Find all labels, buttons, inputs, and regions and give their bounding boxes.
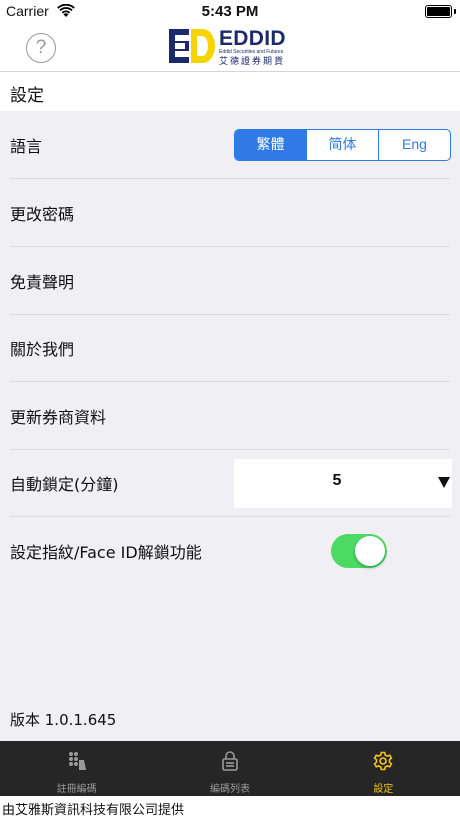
language-option-english[interactable]: Eng: [379, 130, 450, 160]
tab-bar: 註冊編碼 編碼列表 設定: [0, 741, 460, 796]
change-password-row[interactable]: 更改密碼: [0, 179, 460, 247]
tab-code-list-label: 編碼列表: [209, 784, 250, 795]
settings-list: 語言 繁體 简体 Eng 更改密碼 免責聲明 關於我們 更新券商資料 自動鎖定(…: [0, 111, 460, 741]
status-bar: Carrier 5:43 PM: [0, 0, 460, 22]
biometric-label: 設定指紋/Face ID解鎖功能: [10, 543, 202, 562]
language-row: 語言 繁體 简体 Eng: [0, 111, 460, 179]
disclaimer-label: 免責聲明: [10, 273, 75, 292]
battery-tip: [454, 9, 456, 14]
biometric-row: 設定指紋/Face ID解鎖功能: [0, 517, 460, 585]
auto-lock-row: 自動鎖定(分鐘) 5: [0, 449, 460, 517]
footer: 由艾雅斯資訊科技有限公司提供: [0, 796, 460, 818]
language-label: 語言: [10, 137, 43, 156]
provider-credit: 由艾雅斯資訊科技有限公司提供: [2, 803, 185, 818]
about-us-row[interactable]: 關於我們: [0, 314, 460, 382]
eddid-logo: EDDID Eddid Securities and Futures 艾德證券期…: [169, 27, 294, 67]
gear-icon: [373, 751, 393, 771]
update-broker-row[interactable]: 更新券商資料: [0, 382, 460, 450]
auto-lock-value: 5: [332, 472, 342, 489]
language-option-simplified[interactable]: 简体: [307, 130, 379, 160]
tab-settings-label: 設定: [373, 784, 394, 795]
tab-register-code-label: 註冊編碼: [56, 784, 97, 795]
auto-lock-label: 自動鎖定(分鐘): [10, 475, 119, 494]
change-password-label: 更改密碼: [10, 205, 75, 224]
version-label: 版本 1.0.1.645: [10, 711, 117, 729]
app-header: ? EDDID Eddid Securities and Futures 艾德證…: [0, 22, 460, 72]
biometric-toggle[interactable]: [331, 534, 387, 568]
logo-mark-icon: [169, 29, 215, 63]
update-broker-label: 更新券商資料: [10, 408, 107, 427]
lock-list-icon: [222, 751, 238, 771]
toggle-knob: [355, 536, 385, 566]
auto-lock-dropdown[interactable]: 5: [234, 459, 452, 508]
disclaimer-row[interactable]: 免責聲明: [0, 247, 460, 315]
logo-chinese-name: 艾德證券期貨: [219, 57, 286, 67]
page-title: 設定: [10, 86, 44, 106]
page-title-bar: 設定: [0, 73, 460, 111]
dropdown-arrow-icon: [438, 477, 450, 488]
tab-register-code[interactable]: 註冊編碼: [0, 741, 153, 796]
tab-code-list[interactable]: 編碼列表: [153, 741, 306, 796]
language-segmented-control[interactable]: 繁體 简体 Eng: [234, 129, 451, 161]
battery-icon: [425, 5, 452, 18]
question-icon[interactable]: ?: [26, 33, 56, 63]
logo-title: EDDID: [219, 27, 286, 50]
status-time: 5:43 PM: [201, 3, 259, 20]
language-option-traditional[interactable]: 繁體: [235, 130, 307, 160]
tab-settings[interactable]: 設定: [307, 741, 460, 796]
about-us-label: 關於我們: [10, 340, 75, 359]
keypad-icon: [68, 752, 86, 770]
